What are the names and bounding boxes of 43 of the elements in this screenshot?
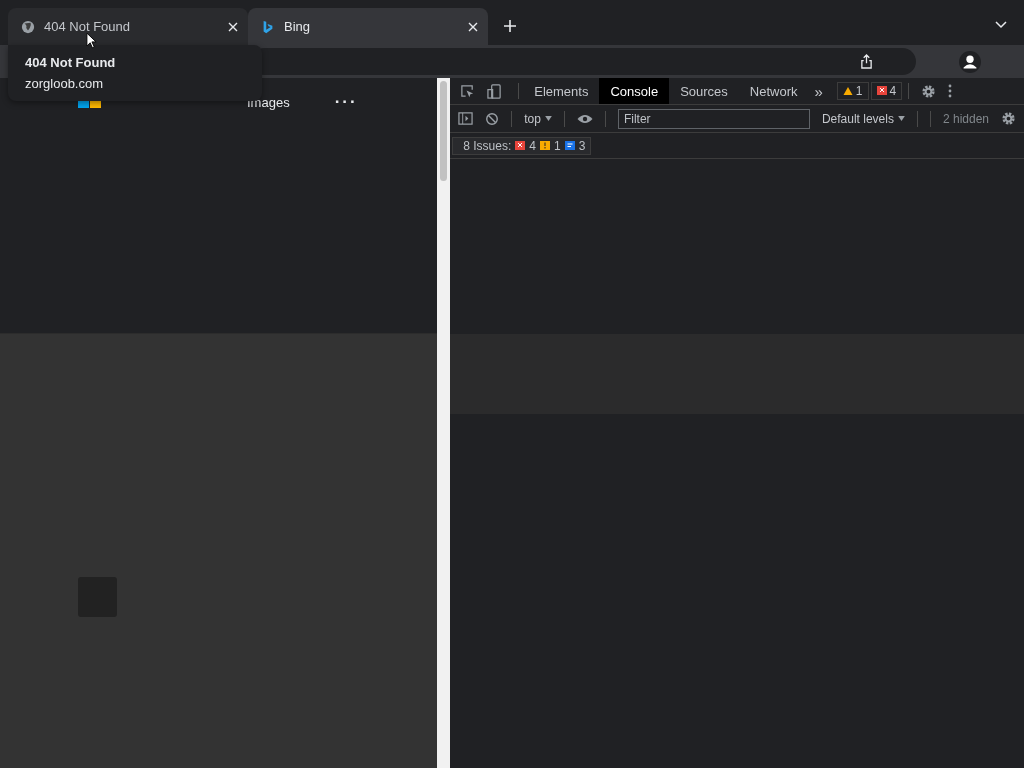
error-icon [515,140,526,151]
globe-icon [21,19,35,34]
new-tab-icon[interactable] [503,19,517,33]
share-icon[interactable] [860,54,873,69]
context-dropdown[interactable]: top [524,111,552,126]
kebab-menu-icon[interactable] [948,84,953,98]
warning-icon [842,86,853,96]
tooltip-title: 404 Not Found [25,55,117,70]
filter-field[interactable]: Filter [617,108,810,129]
more-tabs-button[interactable]: » [814,82,823,100]
tooltip-url: zorgloob.com [25,76,105,91]
chevron-down-icon[interactable] [995,21,1007,29]
devtools-tab[interactable]: Sources [669,78,739,104]
sidebar-icon[interactable] [458,111,474,126]
tab-title: Bing [284,19,312,34]
error-count[interactable]: 4 [870,82,903,100]
clear-icon[interactable] [485,111,500,126]
more-menu[interactable]: ··· [334,92,358,112]
tab-title: 404 Not Found [44,19,131,34]
bing-logo-icon [261,19,275,34]
close-icon[interactable] [228,21,238,32]
browser-tab[interactable]: 404 Not Found [8,8,248,45]
settings-icon[interactable] [921,83,937,99]
caret-icon [897,116,905,121]
error-icon [876,86,887,96]
warning-icon [539,140,550,151]
close-icon[interactable] [468,21,478,32]
devtools-tab[interactable]: Elements [523,78,600,104]
devtools-tab[interactable]: Network [738,78,809,104]
eye-icon[interactable] [576,113,593,124]
message-icon [564,140,575,151]
hidden-count: 2 hidden [942,111,989,126]
devtools-tab[interactable]: Console [599,78,670,104]
settings-icon[interactable] [1001,111,1016,126]
caret-icon [544,116,552,121]
device-icon[interactable] [487,83,503,99]
warning-count[interactable]: 1 [836,82,869,100]
mouse-cursor-icon [86,32,97,49]
issues-button[interactable]: 8 Issues: 4 1 3 [452,136,592,155]
profile-icon[interactable] [959,50,981,73]
levels-dropdown[interactable]: Default levels [821,111,905,126]
inspect-icon[interactable] [460,83,476,99]
browser-tab[interactable]: Bing [248,8,488,45]
